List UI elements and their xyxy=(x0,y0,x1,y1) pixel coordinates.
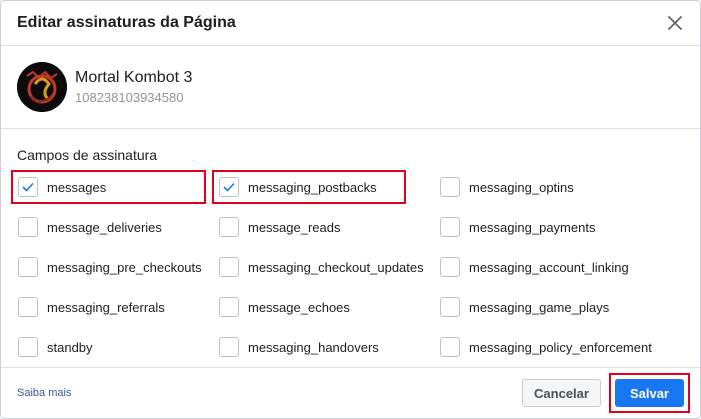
subscription-field-messaging-game-plays[interactable]: messaging_game_plays xyxy=(439,287,669,327)
checkbox[interactable] xyxy=(219,217,239,237)
subscription-field-messaging-postbacks[interactable]: messaging_postbacks xyxy=(212,167,439,207)
learn-more-link[interactable]: Saiba mais xyxy=(17,387,522,399)
check-icon xyxy=(22,182,34,192)
checkbox[interactable] xyxy=(18,257,38,277)
subscription-fields-grid: messages messaging_postbacks messaging_opt… xyxy=(11,167,684,367)
subscription-field-label: messaging_handovers xyxy=(248,339,379,355)
subscription-field-label: message_reads xyxy=(248,219,341,235)
checkbox[interactable] xyxy=(219,297,239,317)
checkbox[interactable] xyxy=(440,337,460,357)
checkbox[interactable] xyxy=(18,217,38,237)
subscription-field-label: messaging_game_plays xyxy=(469,299,610,315)
checkbox[interactable] xyxy=(219,337,239,357)
close-icon xyxy=(668,16,682,30)
subscription-field-messages[interactable]: messages xyxy=(11,167,218,207)
subscription-field-label: messaging_policy_enforcement xyxy=(469,339,652,355)
subscription-field-messaging-policy-enforcement[interactable]: messaging_policy_enforcement xyxy=(439,327,669,367)
subscription-fields-label: Campos de assinatura xyxy=(17,147,158,163)
checkbox[interactable] xyxy=(18,337,38,357)
edit-subscriptions-dialog: Editar assinaturas da Página Mortal Komb… xyxy=(0,0,701,419)
checkbox[interactable] xyxy=(440,297,460,317)
subscription-field-messaging-pre-checkouts[interactable]: messaging_pre_checkouts xyxy=(17,247,218,287)
avatar xyxy=(17,62,67,112)
page-info: Mortal Kombot 3 108238103934580 xyxy=(1,46,700,129)
save-button[interactable]: Salvar xyxy=(614,379,684,407)
subscription-field-label: standby xyxy=(47,339,93,355)
subscription-field-messaging-referrals[interactable]: messaging_referrals xyxy=(17,287,218,327)
subscription-field-label: messaging_postbacks xyxy=(248,179,377,195)
checkbox[interactable] xyxy=(440,217,460,237)
subscription-field-label: message_echoes xyxy=(248,299,350,315)
subscription-field-message-echoes[interactable]: message_echoes xyxy=(218,287,439,327)
subscription-field-message-deliveries[interactable]: message_deliveries xyxy=(17,207,218,247)
field-highlight xyxy=(11,170,206,204)
subscription-field-message-reads[interactable]: message_reads xyxy=(218,207,439,247)
checkbox[interactable] xyxy=(219,257,239,277)
checkbox[interactable] xyxy=(18,177,38,197)
subscription-field-messaging-handovers[interactable]: messaging_handovers xyxy=(218,327,439,367)
subscription-field-messaging-optins[interactable]: messaging_optins xyxy=(439,167,669,207)
subscription-field-label: messaging_referrals xyxy=(47,299,165,315)
close-button[interactable] xyxy=(666,14,684,32)
checkbox[interactable] xyxy=(440,257,460,277)
subscription-field-messaging-payments[interactable]: messaging_payments xyxy=(439,207,669,247)
checkbox[interactable] xyxy=(18,297,38,317)
subscription-fields-section: Campos de assinatura messages messaging_p… xyxy=(1,129,700,367)
subscription-field-label: messaging_pre_checkouts xyxy=(47,259,202,275)
subscription-field-label: message_deliveries xyxy=(47,219,162,235)
mortal-kombat-logo xyxy=(17,62,67,112)
subscription-field-messaging-account-linking[interactable]: messaging_account_linking xyxy=(439,247,669,287)
dialog-footer: Saiba mais Cancelar Salvar xyxy=(1,367,700,418)
subscription-field-messaging-checkout-updates[interactable]: messaging_checkout_updates xyxy=(218,247,439,287)
subscription-field-standby[interactable]: standby xyxy=(17,327,218,367)
checkbox[interactable] xyxy=(219,177,239,197)
check-icon xyxy=(223,182,235,192)
subscription-field-label: messaging_payments xyxy=(469,219,596,235)
subscription-field-label: messaging_checkout_updates xyxy=(248,259,424,275)
subscription-field-label: messages xyxy=(47,179,107,195)
subscription-field-label: messaging_account_linking xyxy=(469,259,629,275)
cancel-button[interactable]: Cancelar xyxy=(522,379,601,407)
subscription-field-label: messaging_optins xyxy=(469,179,574,195)
dialog-header: Editar assinaturas da Página xyxy=(1,1,700,46)
dialog-title: Editar assinaturas da Página xyxy=(17,14,236,31)
checkbox[interactable] xyxy=(440,177,460,197)
page-id: 108238103934580 xyxy=(75,90,184,105)
page-name: Mortal Kombot 3 xyxy=(75,69,193,86)
